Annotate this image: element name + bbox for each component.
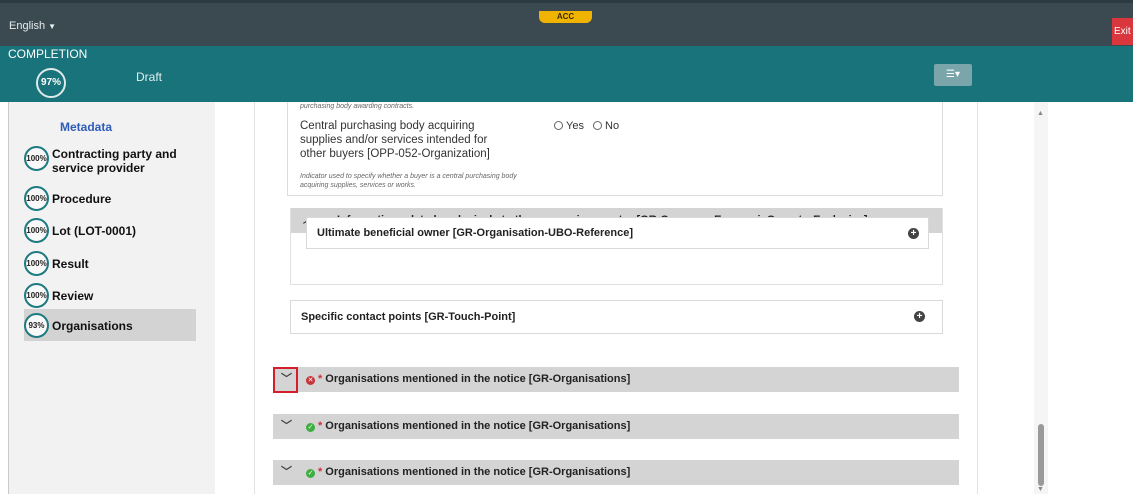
top-bar: English ▼ ACC Exit: [0, 0, 1133, 46]
sidebar-item-label: Contracting party and service provider: [52, 147, 177, 175]
required-marker: *: [318, 420, 323, 432]
section-organisations-2[interactable]: ﹀ ✓ * Organisations mentioned in the notic…: [273, 414, 959, 439]
highlight-box: [273, 367, 298, 393]
bottom-border: [0, 494, 1133, 502]
field-note: purchasing body awarding contracts.: [300, 103, 415, 110]
radio-yes[interactable]: [554, 121, 563, 130]
ubo-label: Ultimate beneficial owner [GR-Organisati…: [317, 227, 633, 239]
radio-no-label: No: [605, 120, 620, 132]
required-marker: *: [318, 466, 323, 478]
sidebar-item-label: Result: [52, 257, 89, 271]
cpb-radio-group: Yes No: [554, 120, 625, 132]
sidebar-item-label: Lot (LOT-0001): [52, 224, 137, 238]
required-marker: *: [318, 373, 323, 385]
chevron-down-icon[interactable]: ﹀: [281, 460, 292, 485]
chevron-down-icon[interactable]: ﹀: [281, 414, 292, 439]
sidebar-item-contracting-party[interactable]: 100% Contracting party and service provi…: [24, 143, 189, 175]
section-title: Organisations mentioned in the notice [G…: [325, 466, 631, 478]
scrollbar[interactable]: ▲ ▼: [1034, 102, 1048, 494]
sidebar-item-label: Procedure: [52, 192, 112, 206]
progress-ring: 100%: [24, 218, 49, 243]
sidebar-item-organisations[interactable]: 93% Organisations: [24, 309, 196, 341]
scrollbar-thumb[interactable]: [1038, 424, 1044, 486]
language-selector[interactable]: English ▼: [9, 20, 56, 32]
cpb-field-note: Indicator used to specify whether a buye…: [300, 173, 517, 189]
add-circle-icon[interactable]: +: [908, 228, 919, 239]
sliders-icon: ☰▾: [946, 69, 960, 80]
notice-status: Draft: [136, 70, 163, 84]
progress-ring: 100%: [24, 283, 49, 308]
section-organisations-3[interactable]: ﹀ ✓ * Organisations mentioned in the notic…: [273, 460, 959, 485]
check-circle-icon: ✓: [306, 423, 315, 432]
completion-bar: COMPLETION 97% Draft ☰▾: [0, 46, 1133, 102]
sidebar: Metadata 100% Contracting party and serv…: [8, 102, 215, 494]
sidebar-item-label: Organisations: [52, 319, 133, 333]
progress-ring: 93%: [24, 313, 49, 338]
sidebar-item-label: Review: [52, 289, 94, 303]
section-title: Organisations mentioned in the notice [G…: [325, 420, 631, 432]
exit-button[interactable]: Exit: [1112, 18, 1133, 45]
buyer-card: purchasing body awarding contracts. Cent…: [287, 102, 943, 196]
environment-badge: ACC: [539, 11, 592, 23]
add-circle-icon[interactable]: +: [914, 311, 925, 322]
sidebar-item-metadata[interactable]: Metadata: [60, 120, 112, 134]
touch-point-label: Specific contact points [GR-Touch-Point]: [301, 311, 516, 323]
touch-point-row: Specific contact points [GR-Touch-Point]…: [290, 300, 943, 334]
progress-ring: 100%: [24, 251, 49, 276]
filter-button[interactable]: ☰▾: [934, 64, 972, 86]
sidebar-item-procedure[interactable]: 100% Procedure: [24, 183, 189, 213]
sidebar-item-review[interactable]: 100% Review: [24, 280, 189, 310]
completion-label: COMPLETION: [8, 47, 88, 61]
radio-yes-label: Yes: [566, 120, 584, 132]
ubo-row: Ultimate beneficial owner [GR-Organisati…: [306, 217, 929, 249]
progress-ring: 100%: [24, 186, 49, 211]
sidebar-item-lot[interactable]: 100% Lot (LOT-0001): [24, 215, 189, 245]
chevron-down-icon: ▼: [48, 22, 56, 31]
check-circle-icon: ✓: [306, 469, 315, 478]
cpb-field-label: Central purchasing body acquiring suppli…: [300, 120, 490, 160]
scroll-up-icon[interactable]: ▲: [1037, 110, 1044, 117]
main-panel: purchasing body awarding contracts. Cent…: [254, 102, 978, 494]
radio-no[interactable]: [593, 121, 603, 130]
progress-ring: 100%: [24, 146, 49, 171]
section-title: Organisations mentioned in the notice [G…: [325, 373, 631, 385]
error-circle-icon: ✕: [306, 376, 315, 385]
scroll-down-icon[interactable]: ▼: [1037, 486, 1044, 493]
economic-operator-body: Ultimate beneficial owner [GR-Organisati…: [290, 208, 943, 285]
section-organisations-1[interactable]: ﹀ ✕ * Organisations mentioned in the notic…: [273, 367, 959, 392]
sidebar-item-result[interactable]: 100% Result: [24, 248, 189, 278]
completion-progress-circle: 97%: [36, 68, 66, 98]
language-label: English: [9, 20, 46, 32]
